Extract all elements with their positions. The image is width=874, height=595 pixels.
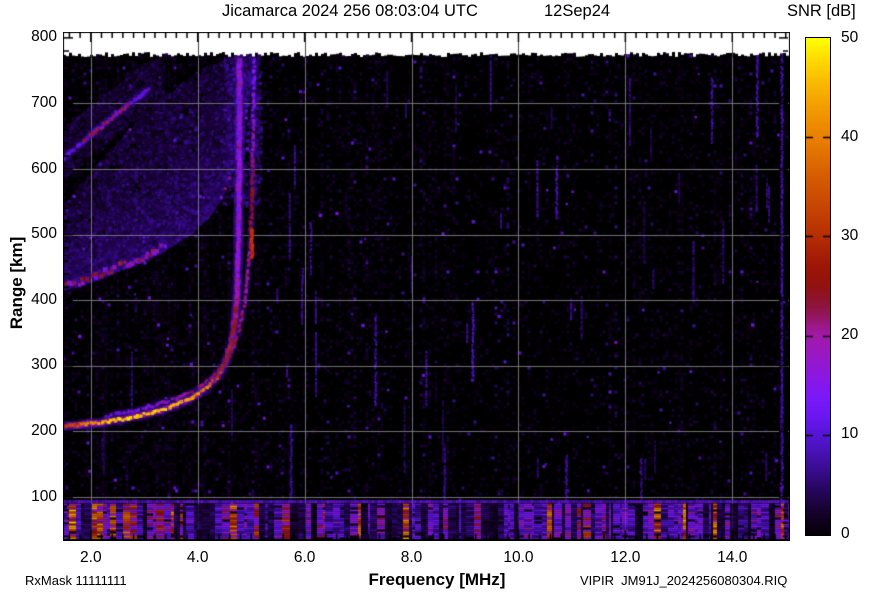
y-tick-label: 400 [31,290,57,308]
x-tick-label: 6.0 [293,549,316,566]
x-tick-label: 2.0 [80,549,102,566]
colorbar-tick-label: 50 [841,28,859,46]
y-tick-label: 100 [31,487,57,505]
x-tick-label: 4.0 [186,549,209,566]
colorbar-tick-label: 20 [841,326,859,344]
ionogram-screen: Jicamarca 2024 256 08:03:04 UTC 12Sep24 … [0,0,874,595]
x-tick-label: 10.0 [503,549,534,566]
y-tick-label: 800 [31,28,57,46]
colorbar-tick-label: 40 [841,127,859,145]
y-axis-label: Range [km] [7,236,26,330]
colorbar-tick-label: 30 [841,226,859,244]
colorbar-tick-label: 10 [841,425,859,443]
colorbar-title: SNR [dB] [787,2,856,20]
y-tick-label: 500 [31,225,57,243]
page-title: Jicamarca 2024 256 08:03:04 UTC [222,2,478,20]
rxmask-label: RxMask 11111111 [25,573,127,588]
colorbar-gradient [805,37,831,536]
y-tick-label: 300 [31,356,57,374]
x-tick-label: 14.0 [717,549,748,566]
ionogram-heatmap [63,32,790,541]
y-tick-label: 600 [31,159,57,177]
colorbar-tick-label: 0 [841,524,850,542]
x-tick-label: 12.0 [610,549,641,566]
file-label: VIPIR JM91J_2024256080304.RIQ [580,573,788,588]
y-tick-label: 700 [31,93,57,111]
y-tick-label: 200 [31,421,57,439]
date-label: 12Sep24 [544,2,611,20]
x-axis-label: Frequency [MHz] [368,570,506,589]
x-tick-label: 8.0 [400,549,423,566]
